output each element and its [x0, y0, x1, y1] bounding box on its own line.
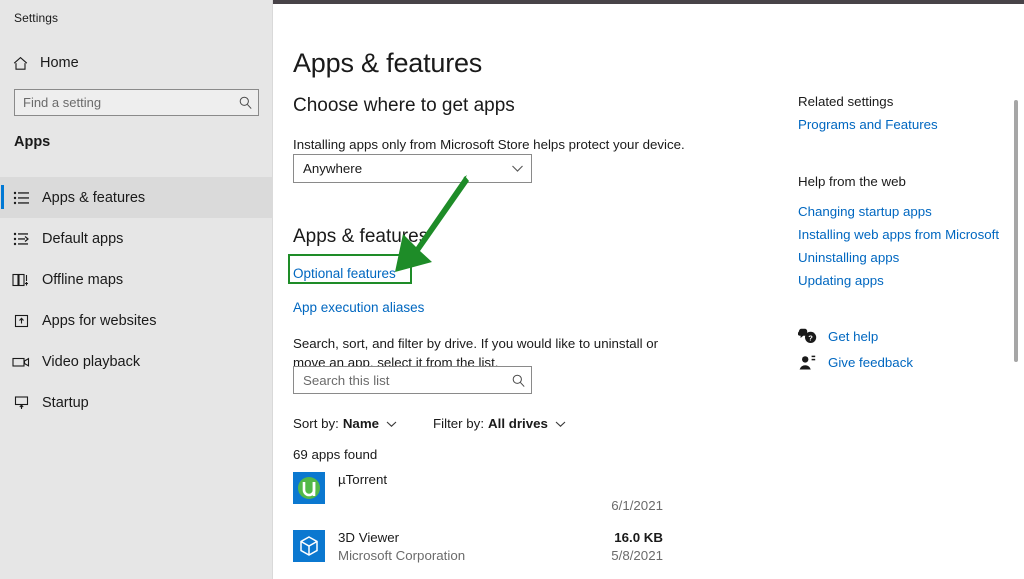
- list-search-input[interactable]: [294, 367, 505, 393]
- app-execution-aliases-link[interactable]: App execution aliases: [293, 300, 424, 315]
- programs-and-features-link[interactable]: Programs and Features: [798, 117, 938, 132]
- give-feedback-link[interactable]: Give feedback: [798, 354, 913, 371]
- list-search-field[interactable]: [293, 366, 532, 394]
- search-input[interactable]: [15, 90, 232, 115]
- apps-features-heading: Apps & features: [293, 226, 428, 248]
- accent-placeholder: [1, 267, 4, 291]
- updating-apps-link[interactable]: Updating apps: [798, 273, 884, 288]
- list-bullets-icon: [0, 190, 42, 206]
- filter-by-label: Filter by:: [433, 416, 484, 431]
- 3d-viewer-cube-icon: [293, 530, 325, 562]
- changing-startup-apps-link[interactable]: Changing startup apps: [798, 204, 932, 219]
- page-title: Apps & features: [293, 48, 482, 79]
- related-settings-heading: Related settings: [798, 94, 893, 109]
- sidebar-item-home[interactable]: Home: [0, 48, 273, 78]
- apps-list: µTorrent 6/1/2021 3D Viewer Microsoft Co…: [293, 472, 713, 579]
- active-accent-bar: [1, 185, 4, 209]
- choose-source-description: Installing apps only from Microsoft Stor…: [293, 135, 713, 154]
- accent-placeholder: [1, 308, 4, 332]
- list-arrow-icon: [0, 231, 42, 247]
- get-help-link[interactable]: ? Get help: [798, 328, 878, 345]
- home-icon: [0, 55, 40, 72]
- settings-window: Settings Home Apps: [0, 0, 1024, 579]
- sidebar-item-offline-maps[interactable]: Offline maps: [0, 259, 273, 300]
- table-row[interactable]: 3D Viewer Microsoft Corporation 16.0 KB …: [293, 530, 713, 578]
- search-icon: [505, 373, 531, 388]
- sidebar-item-default-apps[interactable]: Default apps: [0, 218, 273, 259]
- sidebar-item-apps-features-label: Apps & features: [42, 190, 145, 206]
- sidebar-titlebar: Settings: [0, 4, 273, 36]
- sort-filter-row: Sort by: Name Filter by: All drives: [293, 416, 602, 431]
- accent-placeholder: [1, 390, 4, 414]
- app-publisher: Microsoft Corporation: [338, 548, 465, 563]
- vertical-scrollbar[interactable]: [1010, 38, 1022, 579]
- sidebar-item-video-playback-label: Video playback: [42, 354, 140, 370]
- installing-web-apps-link[interactable]: Installing web apps from Microsoft: [798, 227, 999, 242]
- app-name: 3D Viewer: [338, 530, 399, 545]
- app-source-select-value: Anywhere: [294, 161, 503, 176]
- filter-by-dropdown[interactable]: Filter by: All drives: [433, 416, 566, 431]
- optional-features-link[interactable]: Optional features: [293, 266, 396, 281]
- scrollbar-thumb[interactable]: [1014, 100, 1018, 362]
- sidebar-item-startup-label: Startup: [42, 395, 89, 411]
- app-date: 6/1/2021: [583, 498, 663, 513]
- sidebar-item-offline-maps-label: Offline maps: [42, 272, 123, 288]
- utorrent-icon: [293, 472, 325, 504]
- chevron-down-icon: [386, 420, 397, 428]
- accent-placeholder: [1, 349, 4, 373]
- sidebar-item-apps-for-websites-label: Apps for websites: [42, 313, 156, 329]
- sidebar-item-apps-for-websites[interactable]: Apps for websites: [0, 300, 273, 341]
- search-icon: [232, 95, 258, 110]
- sidebar-item-default-apps-label: Default apps: [42, 231, 123, 247]
- app-title: Settings: [14, 11, 58, 25]
- video-camera-icon: [0, 355, 42, 369]
- map-icon: [0, 272, 42, 288]
- help-from-web-heading: Help from the web: [798, 174, 906, 189]
- apps-found-count: 69 apps found: [293, 447, 377, 462]
- accent-placeholder: [1, 226, 4, 250]
- choose-source-heading: Choose where to get apps: [293, 95, 515, 117]
- uninstalling-apps-link[interactable]: Uninstalling apps: [798, 250, 899, 265]
- sidebar-item-apps-features[interactable]: Apps & features: [0, 177, 273, 218]
- filter-by-value: All drives: [488, 416, 548, 431]
- chevron-down-icon: [503, 164, 531, 173]
- sidebar-item-home-label: Home: [40, 55, 79, 71]
- sidebar: Settings Home Apps: [0, 0, 273, 579]
- table-row[interactable]: µTorrent 6/1/2021: [293, 472, 713, 520]
- help-bubble-icon: ?: [798, 328, 828, 345]
- sidebar-section-apps: Apps: [14, 134, 50, 150]
- app-name: µTorrent: [338, 472, 387, 487]
- find-setting-field[interactable]: [14, 89, 259, 116]
- chevron-down-icon: [555, 420, 566, 428]
- app-size: 16.0 KB: [583, 530, 663, 545]
- startup-monitor-icon: [0, 395, 42, 411]
- app-source-select[interactable]: Anywhere: [293, 154, 532, 183]
- app-website-icon: [0, 313, 42, 329]
- sidebar-item-video-playback[interactable]: Video playback: [0, 341, 273, 382]
- sort-by-dropdown[interactable]: Sort by: Name: [293, 416, 397, 431]
- svg-text:?: ?: [808, 333, 813, 342]
- sidebar-nav-list: Apps & features Default apps: [0, 177, 273, 423]
- feedback-person-icon: [798, 354, 828, 371]
- sidebar-item-startup[interactable]: Startup: [0, 382, 273, 423]
- sort-by-value: Name: [343, 416, 379, 431]
- sort-by-label: Sort by:: [293, 416, 339, 431]
- get-help-label: Get help: [828, 329, 878, 344]
- app-date: 5/8/2021: [583, 548, 663, 563]
- main-content: Apps & features Choose where to get apps…: [274, 4, 1024, 579]
- give-feedback-label: Give feedback: [828, 355, 913, 370]
